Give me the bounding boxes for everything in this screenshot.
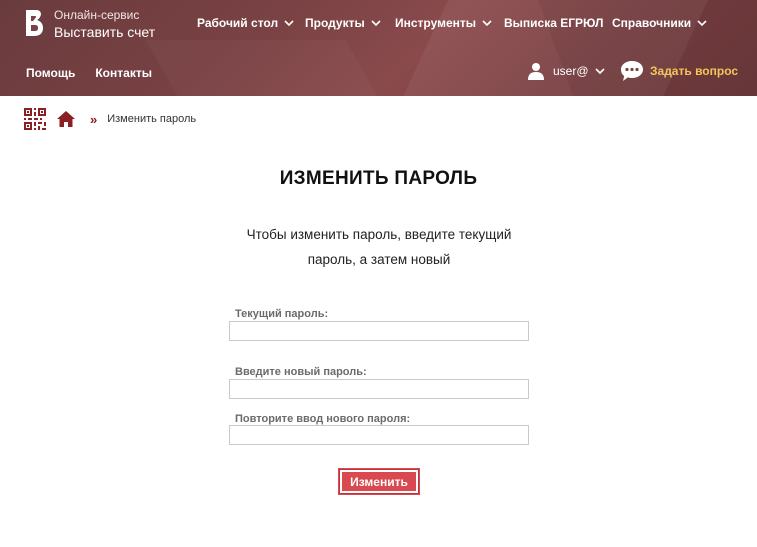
breadcrumb: » Изменить пароль: [24, 108, 196, 130]
intro-line-1: Чтобы изменить пароль, введите текущий: [246, 227, 512, 242]
nav-item-references[interactable]: Справочники: [612, 16, 707, 30]
nav-item-products[interactable]: Продукты: [305, 16, 381, 30]
intro-line-2: пароль, а затем новый: [307, 252, 451, 267]
top-header: Онлайн-сервис Выставить счет Рабочий сто…: [0, 0, 757, 96]
chevron-down-icon: [482, 20, 492, 27]
header-decoration: [145, 40, 414, 96]
nav-item-tools[interactable]: Инструменты: [395, 16, 492, 30]
ask-question-label: Задать вопрос: [650, 64, 739, 78]
nav-item-label: Инструменты: [395, 16, 477, 30]
chat-bubble-icon: [621, 61, 643, 81]
help-link[interactable]: Помощь: [26, 66, 75, 80]
user-name: user@: [553, 64, 589, 78]
chevron-down-icon: [697, 20, 707, 27]
user-icon: [528, 63, 544, 80]
brand-logo-icon[interactable]: [23, 8, 45, 38]
secondary-nav: Помощь Контакты: [26, 66, 152, 80]
nav-item-label: Рабочий стол: [197, 16, 279, 30]
qr-code-icon[interactable]: [24, 108, 46, 130]
page-title: ИЗМЕНИТЬ ПАРОЛЬ: [279, 168, 478, 189]
user-menu[interactable]: user@: [527, 62, 605, 80]
new-password-input[interactable]: [229, 379, 529, 399]
chevron-down-icon: [594, 68, 605, 75]
home-icon[interactable]: [56, 110, 76, 128]
chevron-down-icon: [284, 20, 294, 27]
repeat-password-label: Повторите ввод нового пароля:: [235, 413, 411, 425]
brand-subtitle: Онлайн-сервис: [54, 8, 140, 22]
breadcrumb-separator: »: [90, 111, 98, 127]
nav-item-desktop[interactable]: Рабочий стол: [197, 16, 294, 30]
contacts-link[interactable]: Контакты: [95, 66, 152, 80]
chevron-down-icon: [371, 20, 381, 27]
current-password-label: Текущий пароль:: [235, 308, 329, 320]
nav-item-label: Справочники: [612, 16, 692, 30]
intro-text: Чтобы изменить пароль, введите текущий п…: [229, 222, 529, 272]
nav-item-label: Продукты: [305, 16, 365, 30]
breadcrumb-current: Изменить пароль: [107, 113, 197, 125]
ask-question-link[interactable]: Задать вопрос: [620, 60, 738, 82]
nav-item-egrul[interactable]: Выписка ЕГРЮЛ: [504, 16, 603, 30]
change-password-button[interactable]: Изменить: [339, 469, 419, 494]
current-password-input[interactable]: [229, 321, 529, 341]
brand-title[interactable]: Выставить счет: [54, 24, 155, 40]
nav-item-label: Выписка ЕГРЮЛ: [504, 16, 604, 30]
repeat-password-input[interactable]: [229, 425, 529, 445]
new-password-label: Введите новый пароль:: [235, 366, 367, 378]
